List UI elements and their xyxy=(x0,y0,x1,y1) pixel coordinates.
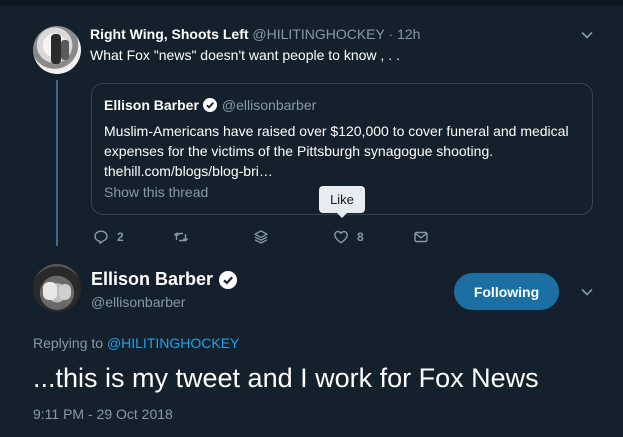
parent-avatar[interactable] xyxy=(33,26,81,74)
layers-button[interactable] xyxy=(253,229,269,245)
avatar-dog-secondary xyxy=(59,284,71,300)
following-button[interactable]: Following xyxy=(454,273,559,310)
reply-count: 2 xyxy=(117,230,124,244)
direct-message-button[interactable] xyxy=(413,229,429,245)
parent-author-handle[interactable]: @HILITINGHOCKEY xyxy=(252,26,384,42)
quoted-tweet-header: Ellison Barber @ellisonbarber xyxy=(104,97,316,113)
heart-icon xyxy=(334,230,348,244)
avatar-figure-secondary xyxy=(61,40,69,60)
retweet-button[interactable] xyxy=(173,229,197,245)
parent-author-name[interactable]: Right Wing, Shoots Left xyxy=(90,26,249,42)
verified-badge-icon xyxy=(202,98,217,112)
avatar-dog xyxy=(43,282,57,300)
replying-to-handle-link[interactable]: @HILITINGHOCKEY xyxy=(107,335,239,351)
main-tweet-timestamp[interactable]: 9:11 PM - 29 Oct 2018 xyxy=(33,406,173,422)
reply-button[interactable]: 2 xyxy=(93,229,124,245)
parent-tweet-time[interactable]: 12h xyxy=(397,26,420,42)
verified-badge-icon xyxy=(219,270,238,289)
main-tweet-text: ...this is my tweet and I work for Fox N… xyxy=(33,363,539,393)
quoted-tweet-body: Muslim-Americans have raised over $120,0… xyxy=(104,123,569,159)
main-author-handle[interactable]: @ellisonbarber xyxy=(91,294,185,310)
quoted-author-handle: @ellisonbarber xyxy=(221,97,317,113)
thread-connector-line xyxy=(56,80,58,246)
main-author-name-row: Ellison Barber xyxy=(91,269,238,290)
like-tooltip: Like xyxy=(319,186,365,218)
like-button[interactable]: 8 xyxy=(333,229,364,245)
parent-tweet-header: Right Wing, Shoots Left @HILITINGHOCKEY … xyxy=(90,26,420,42)
quoted-tweet-link[interactable]: thehill.com/blogs/blog-bri… xyxy=(104,161,584,181)
show-thread-link[interactable]: Show this thread xyxy=(104,184,208,200)
reply-icon xyxy=(94,230,108,244)
replying-to-line: Replying to @HILITINGHOCKEY xyxy=(33,335,239,351)
quoted-author-name: Ellison Barber xyxy=(104,97,199,113)
layers-icon xyxy=(254,230,268,244)
retweet-icon xyxy=(173,232,189,242)
chevron-down-icon[interactable] xyxy=(580,28,594,42)
quoted-tweet-text: Muslim-Americans have raised over $120,0… xyxy=(104,121,584,181)
like-count: 8 xyxy=(357,230,364,244)
main-author-avatar[interactable] xyxy=(33,264,81,312)
header-separator: · xyxy=(384,26,398,42)
envelope-icon xyxy=(414,231,428,243)
main-author-name[interactable]: Ellison Barber xyxy=(91,269,213,290)
chevron-down-icon[interactable] xyxy=(580,285,594,299)
replying-to-prefix: Replying to xyxy=(33,335,107,351)
parent-tweet-text: What Fox "news" doesn't want people to k… xyxy=(90,47,400,63)
avatar-figure xyxy=(51,34,61,64)
top-edge xyxy=(0,0,623,6)
